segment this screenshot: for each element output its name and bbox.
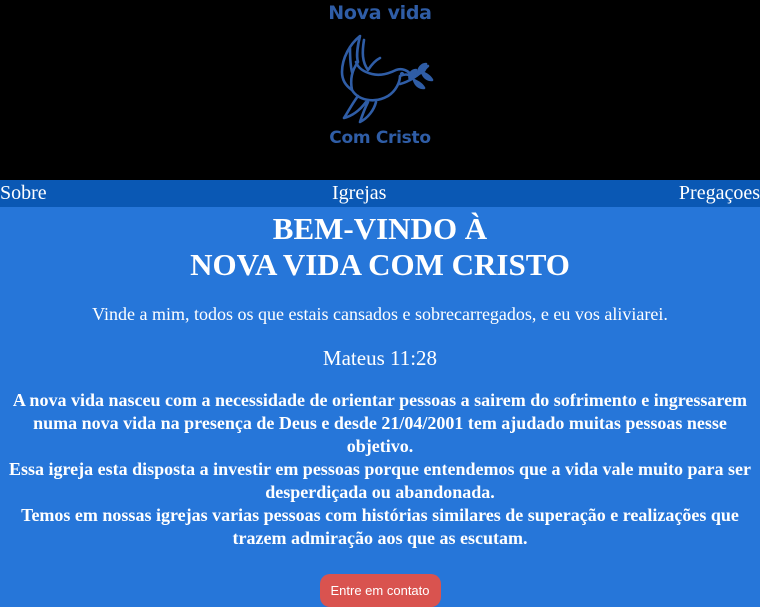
- bible-verse: Vinde a mim, todos os que estais cansado…: [92, 304, 668, 324]
- dove-icon: [340, 34, 434, 124]
- about-text: A nova vida nasceu com a necessidade de …: [0, 389, 760, 550]
- title-line-2: NOVA VIDA COM CRISTO: [190, 247, 570, 282]
- main-content: BEM-VINDO À NOVA VIDA COM CRISTO Vinde a…: [0, 207, 760, 607]
- verse-reference: Mateus 11:28: [322, 346, 438, 370]
- main-nav: Sobre Igrejas Pregaçoes: [0, 180, 760, 207]
- logo[interactable]: Nova vida Com Cristo: [310, 0, 450, 160]
- nav-item-pregacoes[interactable]: Pregaçoes: [679, 180, 760, 207]
- logo-text-bottom: Com Cristo: [329, 128, 431, 148]
- about-paragraph-2: Essa igreja esta disposta a investir em …: [8, 459, 752, 502]
- contact-button[interactable]: Entre em contato: [319, 574, 441, 607]
- title-line-1: BEM-VINDO À: [272, 211, 488, 246]
- logo-text-top: Nova vida: [328, 2, 432, 24]
- about-paragraph-3: Temos em nossas igrejas varias pessoas c…: [21, 505, 739, 548]
- nav-item-igrejas[interactable]: Igrejas: [332, 180, 386, 207]
- nav-item-sobre[interactable]: Sobre: [0, 180, 47, 207]
- page-title: BEM-VINDO À NOVA VIDA COM CRISTO: [0, 207, 760, 283]
- about-paragraph-1: A nova vida nasceu com a necessidade de …: [12, 390, 748, 456]
- header: Nova vida Com Cristo: [0, 0, 760, 180]
